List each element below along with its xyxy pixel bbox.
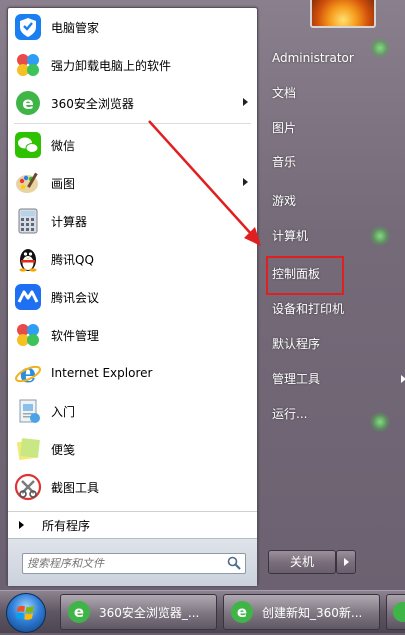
program-label: 腾讯会议: [51, 290, 100, 305]
snipping-tool-icon: [12, 471, 44, 503]
submenu-arrow-icon: [243, 98, 248, 106]
program-label: 画图: [51, 176, 76, 191]
all-programs-label: 所有程序: [42, 518, 91, 533]
360-browser-icon: [393, 602, 405, 622]
program-item-snipping-tool[interactable]: 截图工具: [8, 468, 257, 506]
program-item-internet-explorer[interactable]: e Internet Explorer: [8, 354, 257, 392]
program-item-wechat[interactable]: 微信: [8, 126, 257, 164]
program-item-software-manager[interactable]: 软件管理: [8, 316, 257, 354]
places-item-devices-printers[interactable]: 设备和打印机: [266, 297, 402, 321]
program-item-pc-manager[interactable]: 电脑管家: [8, 8, 257, 46]
getting-started-icon: [12, 395, 44, 427]
places-label: 图片: [272, 121, 297, 135]
places-item-pictures[interactable]: 图片: [266, 116, 402, 140]
arrow-right-icon: [19, 521, 24, 529]
program-label: 便笺: [51, 442, 76, 457]
program-label: 软件管理: [51, 328, 100, 343]
places-label: 音乐: [272, 155, 297, 169]
360-browser-icon: e: [230, 600, 254, 624]
program-item-calculator[interactable]: 计算器: [8, 202, 257, 240]
places-label: 计算机: [272, 229, 309, 243]
places-label: 游戏: [272, 194, 297, 208]
search-icon[interactable]: [227, 556, 241, 573]
all-programs-button[interactable]: 所有程序: [8, 511, 257, 538]
glow-decoration: [370, 226, 390, 246]
glow-decoration: [370, 412, 390, 432]
taskbar-button-label: 创建新知_360新...: [262, 605, 363, 620]
shutdown-button[interactable]: 关机: [268, 550, 336, 574]
program-item-360-browser[interactable]: e 360安全浏览器: [8, 84, 257, 122]
360-browser-icon: e: [12, 87, 44, 119]
places-item-default-programs[interactable]: 默认程序: [266, 332, 402, 356]
taskbar-button-partial[interactable]: [386, 594, 405, 630]
program-label: 360安全浏览器: [51, 96, 134, 111]
program-list: 电脑管家 强力卸载电脑上的软件 e 360安全浏览器 微信 画图 计算器 腾讯Q…: [8, 8, 257, 506]
sticky-notes-icon: [12, 433, 44, 465]
places-pane: Administrator 文档 图片 音乐 游戏 计算机 控制面板 设备和打印…: [260, 0, 405, 590]
uninstall-clover-icon: [12, 49, 44, 81]
places-item-admin-tools[interactable]: 管理工具: [266, 367, 405, 391]
program-item-qq[interactable]: 腾讯QQ: [8, 240, 257, 278]
taskbar-button-360-browser[interactable]: e 360安全浏览器_...: [60, 594, 217, 630]
svg-text:e: e: [237, 603, 247, 621]
360-browser-icon: e: [67, 600, 91, 624]
places-item-documents[interactable]: 文档: [266, 81, 402, 105]
program-item-uninstall[interactable]: 强力卸载电脑上的软件: [8, 46, 257, 84]
search-input[interactable]: [23, 554, 221, 573]
places-label: Administrator: [272, 51, 354, 65]
places-label: 运行...: [272, 407, 308, 421]
program-label: 入门: [51, 404, 76, 419]
taskbar: e 360安全浏览器_... e 创建新知_360新...: [0, 590, 405, 633]
software-manager-icon: [12, 319, 44, 351]
tencent-pc-manager-icon: [12, 11, 44, 43]
shutdown-label: 关机: [289, 555, 314, 569]
program-item-paint[interactable]: 画图: [8, 164, 257, 202]
program-label: Internet Explorer: [51, 366, 153, 380]
places-label: 文档: [272, 86, 297, 100]
svg-text:e: e: [74, 603, 84, 621]
places-item-games[interactable]: 游戏: [266, 189, 402, 213]
start-menu: 电脑管家 强力卸载电脑上的软件 e 360安全浏览器 微信 画图 计算器 腾讯Q…: [0, 0, 405, 590]
glow-decoration: [370, 38, 390, 58]
shutdown-options-button[interactable]: [336, 550, 356, 574]
places-label: 管理工具: [272, 372, 321, 386]
start-button[interactable]: [6, 593, 46, 633]
internet-explorer-icon: e: [12, 357, 44, 389]
control-panel-highlight-box: [266, 256, 344, 295]
qq-penguin-icon: [12, 243, 44, 275]
windows-logo-icon: [16, 605, 34, 620]
tencent-meeting-icon: [12, 281, 44, 313]
program-pane: 电脑管家 强力卸载电脑上的软件 e 360安全浏览器 微信 画图 计算器 腾讯Q…: [7, 7, 258, 586]
calculator-icon: [12, 205, 44, 237]
program-label: 微信: [51, 138, 76, 153]
taskbar-button-360-new-knowledge[interactable]: e 创建新知_360新...: [223, 594, 380, 630]
search-box[interactable]: [22, 553, 246, 574]
program-label: 计算器: [51, 214, 88, 229]
divider: [14, 123, 251, 124]
taskbar-button-label: 360安全浏览器_...: [99, 605, 200, 620]
places-item-music[interactable]: 音乐: [266, 150, 402, 174]
submenu-arrow-icon: [401, 375, 405, 383]
svg-text:e: e: [20, 359, 37, 387]
paint-icon: [12, 167, 44, 199]
places-label: 默认程序: [272, 337, 321, 351]
places-label: 设备和打印机: [272, 302, 345, 316]
program-label: 截图工具: [51, 480, 100, 495]
program-label: 腾讯QQ: [51, 252, 94, 267]
submenu-arrow-icon: [243, 178, 248, 186]
program-item-sticky-notes[interactable]: 便笺: [8, 430, 257, 468]
program-label: 电脑管家: [51, 20, 100, 35]
program-item-getting-started[interactable]: 入门: [8, 392, 257, 430]
search-area: [8, 538, 257, 586]
program-item-tencent-meeting[interactable]: 腾讯会议: [8, 278, 257, 316]
user-picture[interactable]: [310, 0, 376, 28]
svg-text:e: e: [22, 94, 34, 114]
program-label: 强力卸载电脑上的软件: [51, 58, 172, 73]
wechat-icon: [12, 129, 44, 161]
